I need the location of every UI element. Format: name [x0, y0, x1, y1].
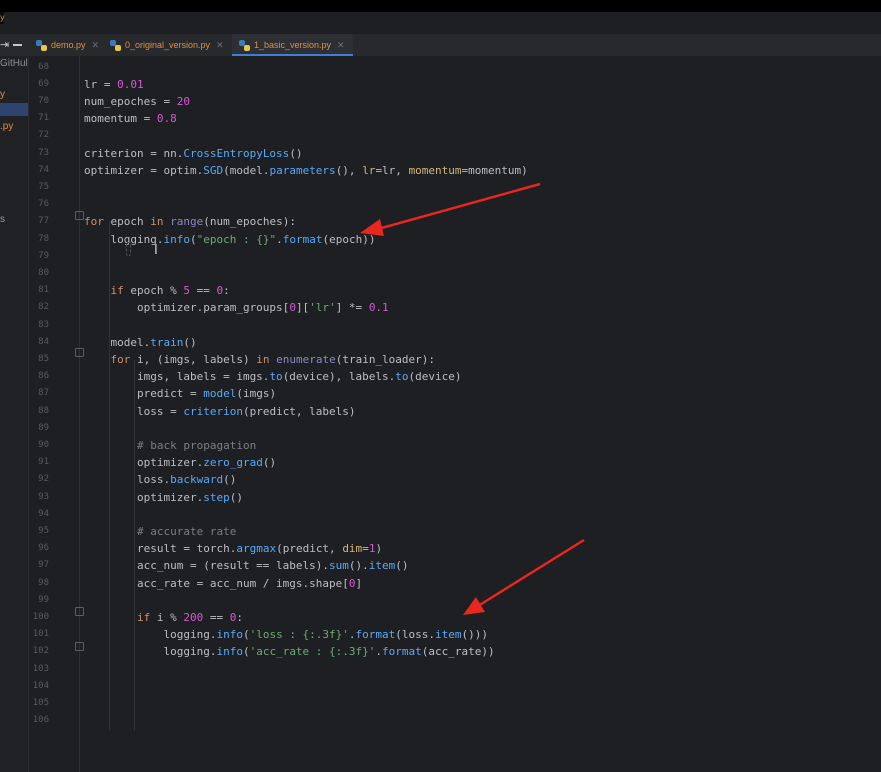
red-arrow-icon [360, 182, 541, 236]
red-arrow-icon [463, 538, 585, 615]
annotation-overlay [360, 182, 585, 615]
